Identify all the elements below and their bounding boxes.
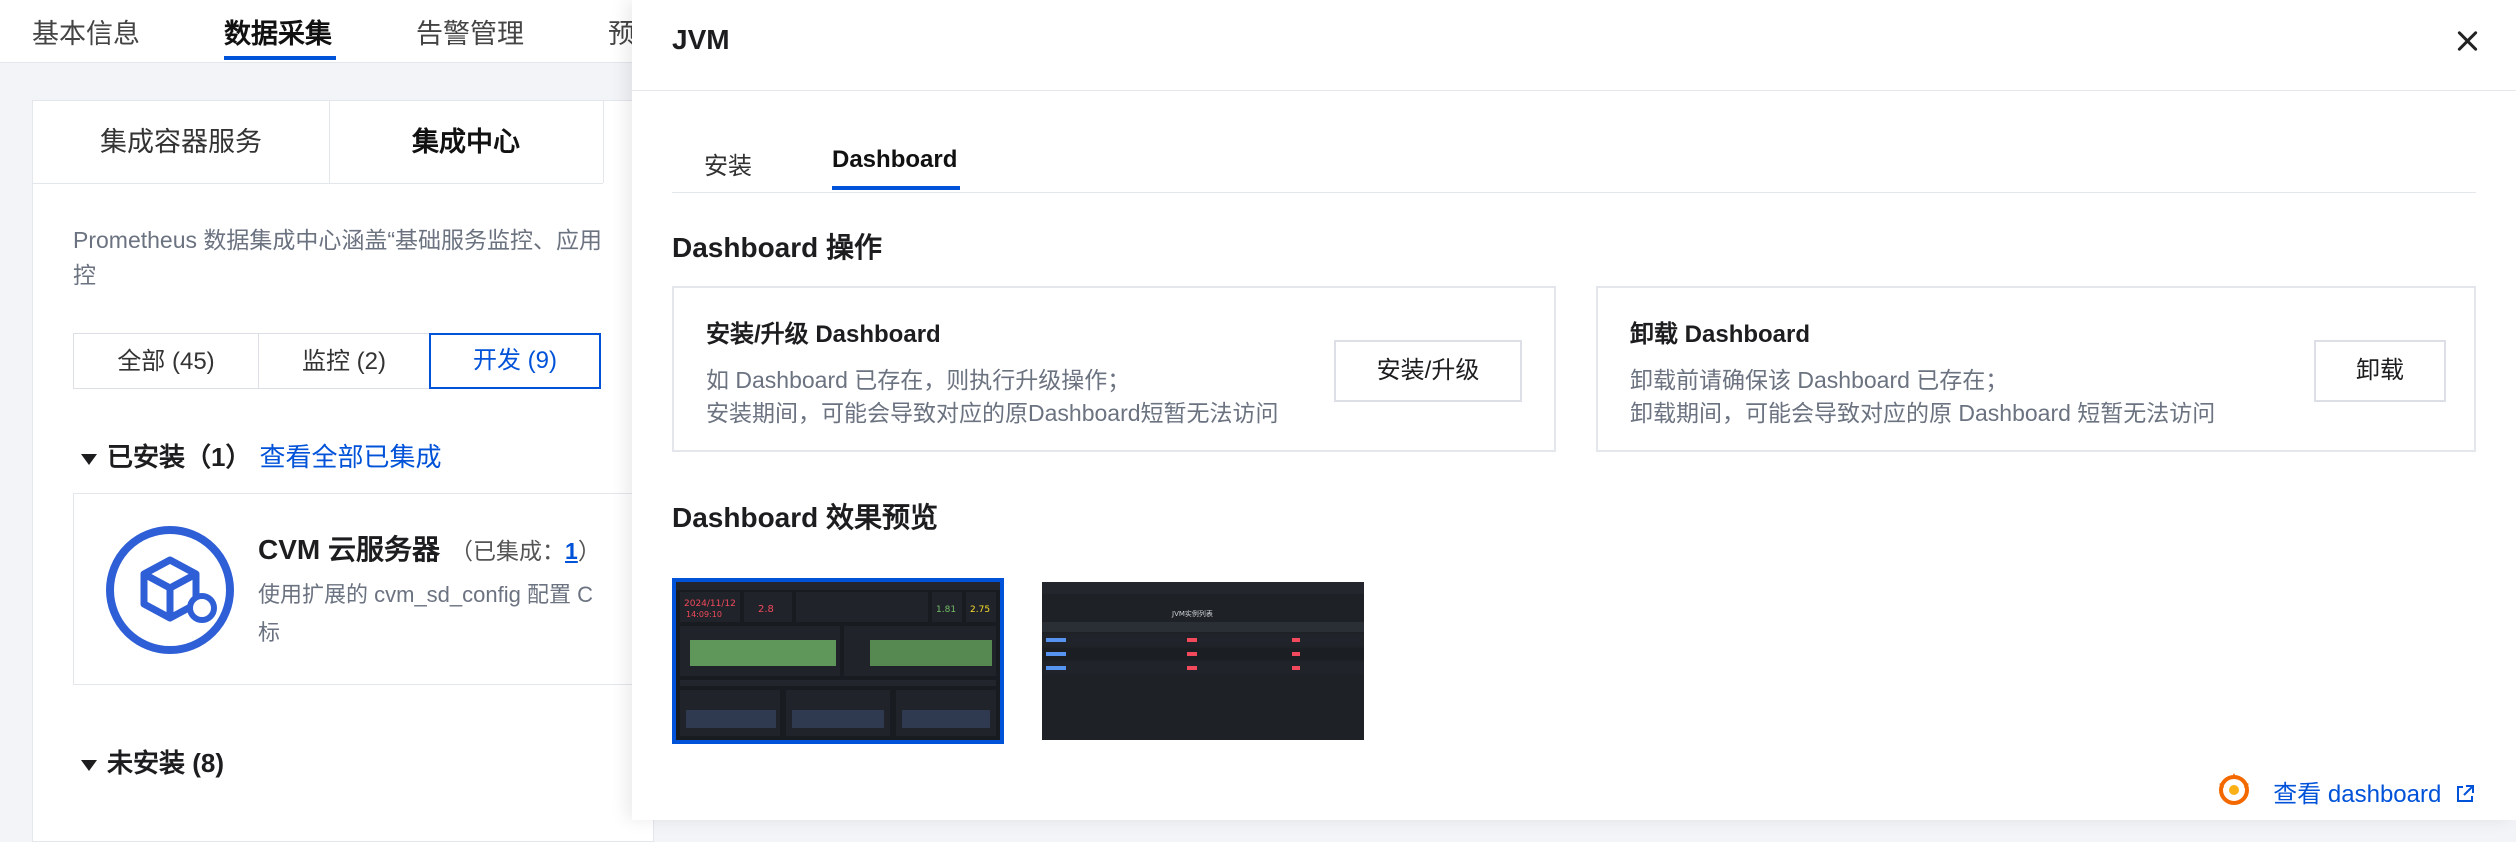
install-upgrade-button[interactable]: 安装/升级 <box>1334 340 1522 402</box>
drawer-tab-bar: 安装 Dashboard <box>672 130 2476 193</box>
not-installed-section-header[interactable]: 未安装 (8) <box>81 743 224 780</box>
dashboard-preview-heading: Dashboard 效果预览 <box>672 502 939 533</box>
grafana-icon <box>2219 773 2249 805</box>
tab-active-indicator <box>224 56 336 60</box>
preview-value-3: 2.75 <box>970 605 990 615</box>
tab-active-indicator <box>832 186 960 190</box>
cvm-cube-icon <box>106 526 234 654</box>
drawer-title: JVM <box>672 24 730 55</box>
cvm-title: CVM 云服务器 （已集成：1） <box>258 534 601 565</box>
caret-down-icon <box>81 759 97 771</box>
uninstall-dashboard-card: 卸载 Dashboard 卸载前请确保该 Dashboard 已存在； 卸载期间… <box>1596 286 2476 452</box>
sub-tab-divider <box>33 183 603 184</box>
cvm-integrated-count: （已集成：1） <box>450 538 601 564</box>
integration-description: Prometheus 数据集成中心涵盖“基础服务监控、应用 控 <box>73 227 603 288</box>
view-all-integrated-link[interactable]: 查看全部已集成 <box>259 442 441 472</box>
install-card-desc: 如 Dashboard 已存在，则执行升级操作； 安装期间，可能会导致对应的原D… <box>706 367 1279 426</box>
dashboard-preview-thumbnail-1[interactable]: 2024/11/12 14:09:10 2.8 1.81 2.75 <box>672 578 1004 744</box>
preview-value-1: 2.8 <box>758 604 774 615</box>
tab-install[interactable]: 安装 <box>704 146 752 181</box>
cvm-integration-card[interactable]: CVM 云服务器 （已集成：1） 使用扩展的 cvm_sd_config 配置 C… <box>73 493 675 685</box>
external-link-icon <box>2457 785 2474 802</box>
dashboard-preview-thumbnail-2[interactable]: JVM实例列表 <box>1042 582 1364 740</box>
filter-develop[interactable]: 开发 (9) <box>429 333 601 389</box>
filter-monitor[interactable]: 监控 (2) <box>258 333 430 389</box>
dashboard-overview-preview-image: 2024/11/12 14:09:10 2.8 1.81 2.75 <box>676 582 1000 740</box>
uninstall-button[interactable]: 卸载 <box>2314 340 2446 402</box>
tab-dashboard[interactable]: Dashboard <box>832 146 957 174</box>
tab-data-collection[interactable]: 数据采集 <box>224 12 332 51</box>
filter-all[interactable]: 全部 (45) <box>73 333 259 389</box>
jvm-drawer: JVM 安装 Dashboard Dashboard 操作 安装/升级 Dash… <box>632 0 2516 820</box>
sub-tab-integration-center[interactable]: 集成中心 <box>329 101 604 183</box>
integration-center-panel: 集成容器服务 集成中心 Prometheus 数据集成中心涵盖“基础服务监控、应… <box>32 100 675 842</box>
tab-basic-info[interactable]: 基本信息 <box>32 12 140 51</box>
tab-alert-management[interactable]: 告警管理 <box>416 12 524 51</box>
uninstall-card-desc: 卸载前请确保该 Dashboard 已存在； 卸载期间，可能会导致对应的原 Da… <box>1630 367 2216 426</box>
cvm-description: 使用扩展的 cvm_sd_config 配置 C 标 <box>258 582 593 645</box>
preview-time-text: 14:09:10 <box>686 610 722 619</box>
preview-value-2: 1.81 <box>936 605 956 615</box>
caret-down-icon <box>81 453 97 465</box>
tab-truncated[interactable]: 预 <box>608 12 635 51</box>
dashboard-instance-list-preview-image: JVM实例列表 <box>1042 582 1364 740</box>
top-tab-bar: 基本信息 数据采集 告警管理 预 <box>0 0 640 63</box>
install-card-title: 安装/升级 Dashboard <box>706 321 941 348</box>
close-icon[interactable] <box>2452 26 2482 56</box>
dashboard-ops-heading: Dashboard 操作 <box>672 232 883 263</box>
preview-date-text: 2024/11/12 <box>684 599 736 609</box>
install-dashboard-card: 安装/升级 Dashboard 如 Dashboard 已存在，则执行升级操作；… <box>672 286 1556 452</box>
cvm-integrated-count-link[interactable]: 1 <box>565 538 578 564</box>
sub-tab-container-service[interactable]: 集成容器服务 <box>33 101 330 183</box>
view-dashboard-link[interactable]: 查看 dashboard <box>2273 774 2476 809</box>
installed-section-header[interactable]: 已安装（1） 查看全部已集成 <box>81 437 441 474</box>
preview-table-header: JVM实例列表 <box>1171 609 1213 618</box>
drawer-header-divider <box>632 90 2516 91</box>
uninstall-card-title: 卸载 Dashboard <box>1630 321 1811 348</box>
